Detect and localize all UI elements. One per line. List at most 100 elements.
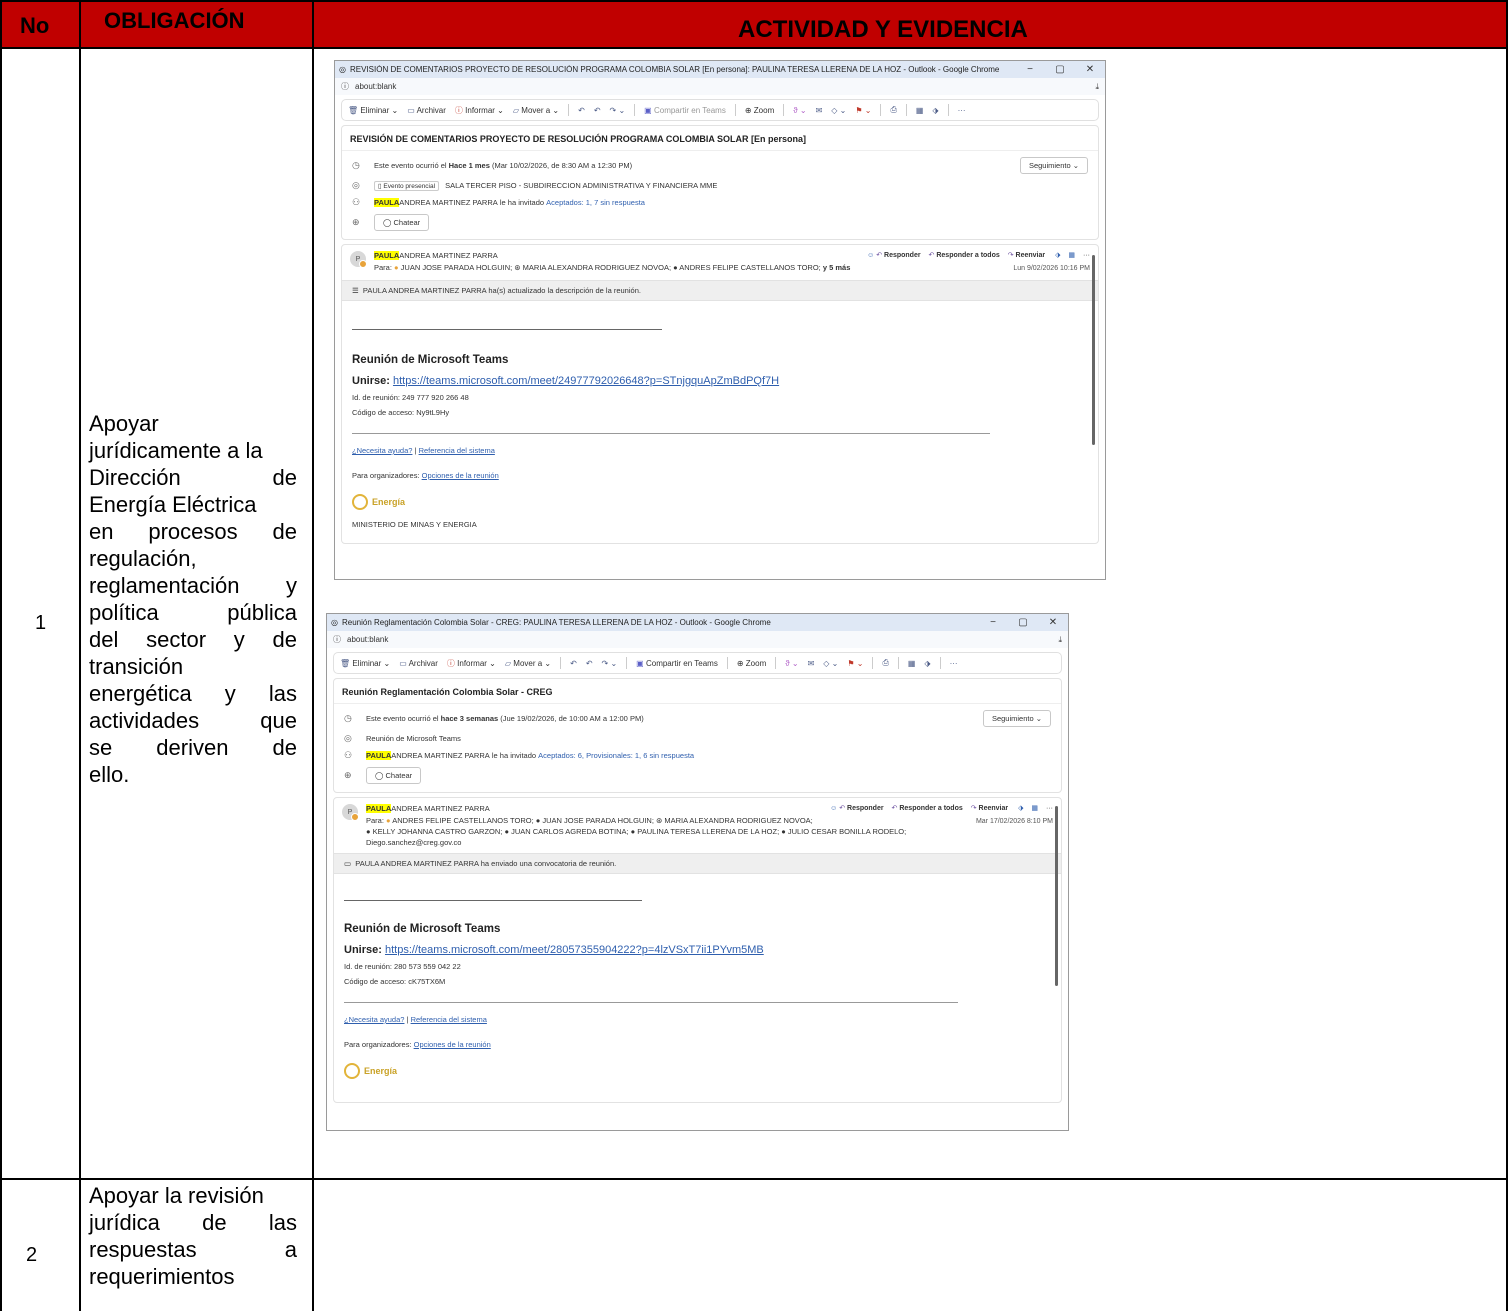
- reply-all-icon[interactable]: ↶: [586, 659, 593, 668]
- move-button[interactable]: ▱ Mover a ⌄: [513, 106, 559, 115]
- reply-all-button[interactable]: ↶ Responder a todos: [892, 805, 963, 812]
- trash-icon: 🗑︎: [348, 105, 359, 115]
- flag-icon[interactable]: ⚑ ⌄: [847, 659, 863, 668]
- zoom-button[interactable]: ⊕ Zoom: [745, 106, 774, 115]
- emoji-icon[interactable]: ☺: [867, 252, 874, 259]
- reply-all-icon: ↶: [891, 805, 898, 812]
- tag-icon[interactable]: ◇ ⌄: [823, 659, 838, 668]
- share-teams-label: Compartir en Teams: [653, 105, 726, 115]
- join-link[interactable]: https://teams.microsoft.com/meet/2497779…: [393, 375, 779, 387]
- address-bar[interactable]: ⓘ about:blank ⤓: [327, 631, 1068, 648]
- more-icon[interactable]: ···: [950, 659, 958, 668]
- responses-link[interactable]: Aceptados: 1, 7 sin respuesta: [546, 198, 645, 207]
- reply-icon: ↶: [876, 252, 883, 259]
- grid-icon[interactable]: ▦: [1068, 252, 1075, 259]
- follow-up-button[interactable]: Seguimiento ⌄: [982, 710, 1051, 727]
- mail-icon[interactable]: ✉: [808, 659, 815, 668]
- delete-button[interactable]: 🗑︎ Eliminar ⌄: [340, 659, 390, 668]
- maximize-icon[interactable]: ▢: [1008, 617, 1038, 628]
- share-teams-button[interactable]: ▣ Compartir en Teams: [636, 659, 718, 668]
- system-reference-link[interactable]: Referencia del sistema: [411, 1015, 487, 1024]
- reply-button[interactable]: ↶ Responder: [876, 252, 920, 259]
- reply-all-label: Responder a todos: [899, 805, 963, 812]
- help-link[interactable]: ¿Necesita ayuda?: [344, 1015, 404, 1024]
- emoji-icon[interactable]: ☺: [830, 805, 837, 812]
- grid-icon[interactable]: ▦: [908, 659, 916, 668]
- forward-button[interactable]: ↷ Reenviar: [971, 805, 1008, 812]
- print-icon[interactable]: ⎙: [890, 105, 896, 115]
- reply-button[interactable]: ↶ Responder: [839, 805, 883, 812]
- chat-button[interactable]: ◯ Chatear: [374, 214, 430, 231]
- addin-icon[interactable]: ⬗: [932, 106, 938, 115]
- meeting-options-link[interactable]: Opciones de la reunión: [422, 471, 499, 480]
- addin-icon[interactable]: ⬗: [1055, 252, 1060, 259]
- categorize-icon[interactable]: ϑ ⌄: [785, 659, 798, 668]
- tag-icon[interactable]: ◇ ⌄: [831, 106, 846, 115]
- addin-icon[interactable]: ⬗: [924, 659, 930, 668]
- forward-icon[interactable]: ↷ ⌄: [610, 106, 626, 115]
- report-button[interactable]: ⓘ Informar ⌄: [455, 105, 504, 116]
- row1-number: 1: [35, 612, 47, 634]
- border-top: [0, 0, 1508, 2]
- subject: REVISIÓN DE COMENTARIOS PROYECTO DE RESO…: [342, 126, 1098, 151]
- categorize-icon[interactable]: ϑ ⌄: [793, 106, 806, 115]
- responses-link[interactable]: Aceptados: 6, Provisionales: 1, 6 sin re…: [538, 751, 694, 760]
- print-icon[interactable]: ⎙: [882, 658, 888, 668]
- forward-button[interactable]: ↷ Reenviar: [1008, 252, 1045, 259]
- inviter-name: ANDREA MARTINEZ PARRA: [399, 198, 498, 207]
- mail-icon[interactable]: ✉: [816, 106, 823, 115]
- help-link[interactable]: ¿Necesita ayuda?: [352, 446, 412, 455]
- more-icon[interactable]: ···: [1083, 252, 1090, 259]
- grid-icon[interactable]: ▦: [1031, 805, 1038, 812]
- obligation-line: Apoyar: [89, 411, 159, 436]
- maximize-icon[interactable]: ▢: [1045, 64, 1075, 75]
- grid-icon[interactable]: ▦: [916, 106, 924, 115]
- scrollbar[interactable]: [1092, 255, 1095, 445]
- event-datetime: (Mar 10/02/2026, de 8:30 AM a 12:30 PM): [489, 161, 633, 170]
- chat-button[interactable]: ◯ Chatear: [366, 767, 422, 784]
- archive-button[interactable]: ▭ Archivar: [399, 659, 438, 668]
- passcode: Código de acceso: cK75TX6M: [344, 977, 446, 986]
- move-button[interactable]: ▱ Mover a ⌄: [505, 659, 551, 668]
- join-link[interactable]: https://teams.microsoft.com/meet/2805735…: [385, 944, 764, 956]
- more-recipients[interactable]: y 5 más: [823, 263, 851, 272]
- report-button[interactable]: ⓘ Informar ⌄: [447, 658, 496, 669]
- to-label: Para:: [374, 263, 392, 272]
- delete-button[interactable]: 🗑︎ Eliminar ⌄: [348, 106, 398, 115]
- reply-icon[interactable]: ↶: [570, 659, 577, 668]
- obligation-line: del sector y de: [89, 627, 297, 652]
- system-reference-link[interactable]: Referencia del sistema: [419, 446, 495, 455]
- minimize-icon[interactable]: −: [978, 617, 1008, 628]
- reply-all-button[interactable]: ↶ Responder a todos: [929, 252, 1000, 259]
- download-icon[interactable]: ⤓: [1095, 82, 1099, 92]
- notes-icon: ☰: [352, 286, 359, 295]
- close-icon[interactable]: ✕: [1075, 64, 1105, 75]
- join-label: Unirse:: [352, 375, 393, 387]
- scrollbar[interactable]: [1055, 806, 1058, 986]
- event-prefix: Este evento ocurrió el: [374, 161, 449, 170]
- recipients-line: Para: ● JUAN JOSE PARADA HOLGUIN; ⊛ MARI…: [374, 263, 850, 272]
- trash-icon: 🗑︎: [340, 658, 351, 668]
- more-icon[interactable]: ···: [958, 106, 966, 115]
- addin-icon[interactable]: ⬗: [1018, 805, 1023, 812]
- message-actions: ☺ ↶ Responder ↶ Responder a todos ↷ Reen…: [867, 251, 1090, 272]
- close-icon[interactable]: ✕: [1038, 617, 1068, 628]
- organizers-line: Para organizadores: Opciones de la reuni…: [344, 1040, 1051, 1049]
- forward-icon[interactable]: ↷ ⌄: [602, 659, 618, 668]
- follow-up-button[interactable]: Seguimiento ⌄: [1019, 157, 1088, 174]
- address-bar[interactable]: ⓘ about:blank ⤓: [335, 78, 1105, 95]
- location-text: SALA TERCER PISO - SUBDIRECCION ADMINIST…: [445, 181, 718, 190]
- more-icon[interactable]: ···: [1046, 805, 1053, 812]
- reply-icon[interactable]: ↶: [578, 106, 585, 115]
- report-icon: ⓘ: [446, 658, 455, 668]
- minimize-icon[interactable]: −: [1015, 64, 1045, 75]
- reply-all-icon[interactable]: ↶: [594, 106, 601, 115]
- flag-icon[interactable]: ⚑ ⌄: [855, 106, 871, 115]
- obligation-line: política pública: [89, 600, 297, 625]
- download-icon[interactable]: ⤓: [1058, 635, 1062, 645]
- archive-button[interactable]: ▭ Archivar: [407, 106, 446, 115]
- meeting-options-link[interactable]: Opciones de la reunión: [414, 1040, 491, 1049]
- share-teams-button[interactable]: ▣ Compartir en Teams: [644, 106, 726, 115]
- zoom-button[interactable]: ⊕ Zoom: [737, 659, 766, 668]
- report-label: Informar: [457, 658, 487, 668]
